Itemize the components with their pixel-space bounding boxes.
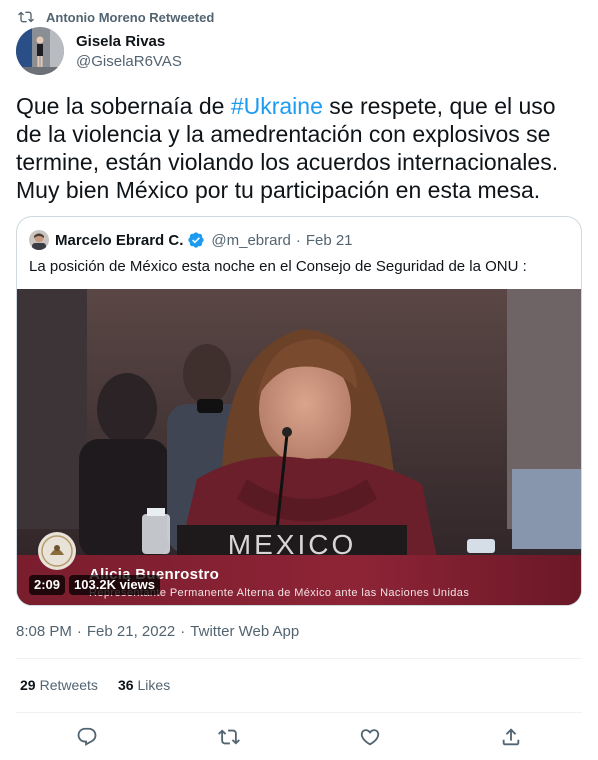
quoted-author-name: Marcelo Ebrard C. (55, 231, 184, 249)
likes-label: Likes (137, 677, 171, 693)
quoted-tweet-header: Marcelo Ebrard C. @m_ebrard · Feb 21 (29, 229, 353, 251)
quoted-tweet-text: La posición de México esta noche en el C… (29, 258, 527, 275)
likes-stat[interactable]: 36 Likes (118, 677, 170, 693)
author-name[interactable]: Gisela Rivas (76, 32, 182, 52)
separator-dot: · (76, 623, 82, 640)
reply-icon[interactable] (76, 726, 98, 748)
tweet-date: Feb 21, 2022 (86, 623, 176, 640)
retweet-icon (18, 9, 34, 25)
separator-dot: · (295, 231, 301, 249)
quoted-tweet[interactable]: Marcelo Ebrard C. @m_ebrard · Feb 21 La … (16, 216, 582, 606)
video-badges: 2:09 103.2K views (29, 575, 164, 595)
verified-badge-icon (187, 231, 205, 249)
share-icon[interactable] (500, 726, 522, 748)
avatar[interactable] (16, 27, 64, 75)
mexico-seal-icon (37, 531, 77, 571)
tweet-timestamp[interactable]: 8:08 PM · Feb 21, 2022 · Twitter Web App (16, 623, 299, 640)
video-player[interactable]: MEXICO Alicia Buenrostro Representante P… (17, 289, 581, 605)
quoted-avatar (29, 230, 49, 250)
tweet-source[interactable]: Twitter Web App (190, 623, 299, 640)
tweet-author: Gisela Rivas @GiselaR6VAS (16, 27, 182, 77)
separator-dot: · (180, 623, 186, 640)
retweets-label: Retweets (39, 677, 98, 693)
hashtag-link[interactable]: #Ukraine (231, 93, 323, 119)
video-duration: 2:09 (29, 575, 66, 595)
retweets-count: 29 (20, 677, 36, 693)
tweet-text: Que la sobernaía de #Ukraine se respete,… (16, 92, 586, 204)
action-bar (0, 724, 598, 752)
divider (16, 712, 582, 713)
tweet-time: 8:08 PM (16, 623, 72, 640)
quoted-date: Feb 21 (305, 231, 353, 249)
divider (16, 658, 582, 659)
video-views: 103.2K views (69, 575, 160, 595)
likes-count: 36 (117, 677, 134, 693)
retweeted-by[interactable]: Antonio Moreno Retweeted (18, 8, 214, 26)
engagement-stats: 29 Retweets 36 Likes (20, 677, 190, 693)
author-handle[interactable]: @GiselaR6VAS (76, 52, 182, 72)
retweet-icon[interactable] (218, 726, 240, 748)
retweets-stat[interactable]: 29 Retweets (20, 677, 98, 693)
retweeted-by-label: Antonio Moreno Retweeted (46, 9, 215, 25)
quoted-author-handle: @m_ebrard (211, 231, 291, 249)
tweet-text-part: Que la sobernaía de (16, 93, 231, 119)
like-icon[interactable] (359, 726, 381, 748)
